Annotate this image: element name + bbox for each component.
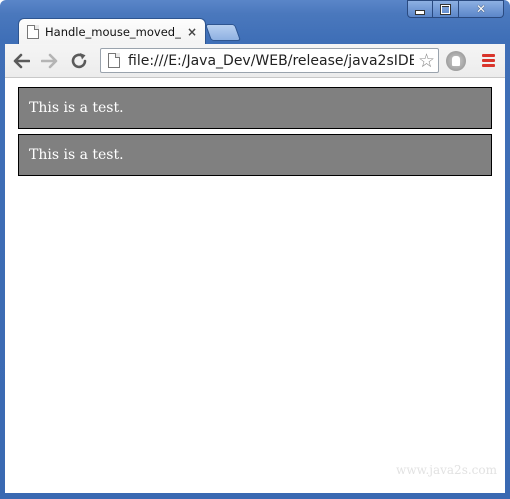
watermark: www.java2s.com (396, 463, 497, 477)
browser-tab[interactable]: Handle_mouse_moved_ou × (18, 18, 206, 45)
close-icon: ✕ (475, 2, 487, 16)
tab-title: Handle_mouse_moved_ou (45, 25, 181, 39)
maximize-icon (440, 3, 451, 15)
close-window-button[interactable]: ✕ (459, 0, 504, 18)
test-box[interactable]: This is a test. (18, 134, 492, 176)
minimize-button[interactable] (407, 0, 433, 18)
minimize-icon (415, 9, 425, 15)
address-bar[interactable]: file:///E:/Java_Dev/WEB/release/java2sID… (100, 48, 439, 73)
reload-icon (71, 53, 87, 69)
page-icon (27, 25, 39, 39)
url-text[interactable]: file:///E:/Java_Dev/WEB/release/java2sID… (128, 53, 414, 69)
browser-toolbar: file:///E:/Java_Dev/WEB/release/java2sID… (5, 44, 505, 78)
browser-window: ✕ Handle_mouse_moved_ou × file:///E:/Jav… (0, 0, 510, 499)
page-viewport: This is a test. This is a test. www.java… (5, 78, 505, 493)
back-button[interactable] (10, 50, 32, 72)
star-icon[interactable]: ☆ (418, 50, 435, 72)
hamburger-menu-icon[interactable] (482, 54, 495, 67)
forward-button[interactable] (39, 50, 61, 72)
forward-arrow-icon (41, 53, 58, 69)
new-tab-button[interactable] (204, 24, 242, 41)
maximize-button[interactable] (433, 0, 459, 18)
window-controls: ✕ (407, 0, 504, 18)
page-icon (108, 53, 120, 68)
back-arrow-icon (13, 53, 30, 69)
test-box[interactable]: This is a test. (18, 87, 492, 129)
reload-button[interactable] (68, 50, 90, 72)
extension-icon[interactable] (446, 51, 466, 71)
tab-close-icon[interactable]: × (187, 25, 197, 39)
